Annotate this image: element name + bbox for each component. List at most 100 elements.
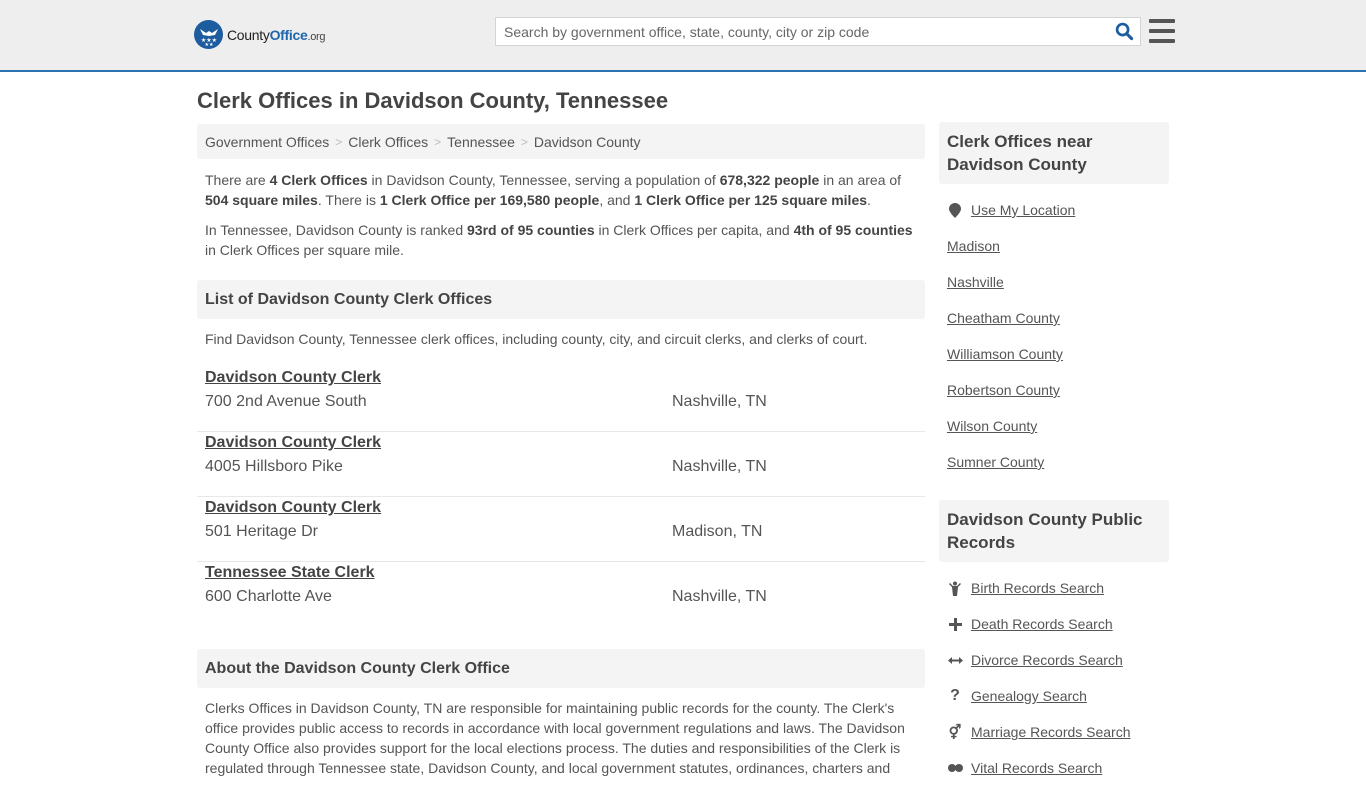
logo-text: CountyOffice.org (227, 26, 326, 43)
breadcrumb: Government Offices > Clerk Offices > Ten… (197, 124, 925, 159)
logo-text-tld: .org (307, 30, 326, 43)
nearby-item: Nashville (947, 264, 1161, 300)
records-item: ? Genealogy Search (947, 678, 1161, 714)
breadcrumb-tennessee[interactable]: Tennessee (447, 134, 515, 150)
use-my-location-item: Use My Location (947, 192, 1161, 228)
search-icon (1115, 22, 1133, 41)
breadcrumb-davidson-county[interactable]: Davidson County (534, 134, 641, 150)
area: 504 square miles (205, 192, 318, 208)
nearby-offices-heading: Clerk Offices near Davidson County (939, 122, 1169, 184)
nearby-link-wilson-county[interactable]: Wilson County (947, 418, 1037, 434)
birth-records-link[interactable]: Birth Records Search (971, 580, 1104, 596)
nearby-item: Cheatham County (947, 300, 1161, 336)
nearby-offices-list: Use My Location Madison Nashville Cheath… (939, 192, 1169, 480)
nearby-link-nashville[interactable]: Nashville (947, 274, 1004, 290)
records-item: Birth Records Search (947, 570, 1161, 606)
office-list-item: Davidson County Clerk 501 Heritage Dr Ma… (197, 497, 925, 562)
rank-per-capita: 93rd of 95 counties (467, 222, 595, 238)
summary-paragraph: There are 4 Clerk Offices in Davidson Co… (197, 170, 925, 210)
about-section-heading: About the Davidson County Clerk Office (197, 649, 925, 688)
hamburger-menu-button[interactable] (1149, 19, 1175, 43)
search-bar (495, 17, 1141, 46)
menu-bar (1149, 39, 1175, 43)
sidebar: Clerk Offices near Davidson County Use M… (939, 122, 1169, 786)
public-records-heading: Davidson County Public Records (939, 500, 1169, 562)
offices-per-capita: 1 Clerk Office per 169,580 people (379, 192, 600, 208)
cross-icon (947, 617, 963, 631)
records-item: Vital Records Search (947, 750, 1161, 786)
population: 678,322 people (719, 172, 820, 188)
office-name-link[interactable]: Davidson County Clerk (205, 434, 381, 452)
office-list: Davidson County Clerk 700 2nd Avenue Sou… (197, 367, 925, 627)
venus-mars-icon: ⚥ (948, 723, 962, 740)
nearby-link-cheatham-county[interactable]: Cheatham County (947, 310, 1060, 326)
svg-text:★★: ★★ (204, 42, 213, 46)
main-content: Government Offices > Clerk Offices > Ten… (197, 124, 925, 778)
summary-text: in an area of (819, 172, 902, 188)
office-list-item: Davidson County Clerk 700 2nd Avenue Sou… (197, 367, 925, 432)
about-section-text: Clerks Offices in Davidson County, TN ar… (205, 700, 905, 776)
child-icon (947, 581, 963, 596)
summary-text: , and (599, 192, 635, 208)
records-item: Divorce Records Search (947, 642, 1161, 678)
office-address: 700 2nd Avenue South (205, 393, 367, 410)
summary-text: There are (205, 172, 270, 188)
site-logo[interactable]: ★★★ ★★ CountyOffice.org (194, 20, 326, 49)
death-records-link[interactable]: Death Records Search (971, 616, 1113, 632)
genealogy-search-link[interactable]: Genealogy Search (971, 688, 1087, 704)
menu-bar (1149, 29, 1175, 33)
menu-bar (1149, 19, 1175, 23)
nearby-link-robertson-county[interactable]: Robertson County (947, 382, 1060, 398)
marriage-records-link[interactable]: Marriage Records Search (971, 724, 1131, 740)
use-my-location-link[interactable]: Use My Location (971, 202, 1075, 218)
office-address: 600 Charlotte Ave (205, 588, 332, 605)
office-name-link[interactable]: Tennessee State Clerk (205, 564, 375, 582)
summary-text: . (867, 192, 871, 208)
vital-icon (947, 763, 963, 773)
ranking-text: In Tennessee, Davidson County is ranked (205, 222, 468, 238)
office-city: Madison, TN (672, 523, 763, 540)
office-address: 501 Heritage Dr (205, 523, 318, 540)
breadcrumb-government-offices[interactable]: Government Offices (205, 134, 329, 150)
vital-records-link[interactable]: Vital Records Search (971, 760, 1102, 776)
list-section-heading: List of Davidson County Clerk Offices (197, 280, 925, 319)
breadcrumb-separator: > (520, 134, 528, 149)
nearby-item: Wilson County (947, 408, 1161, 444)
office-city: Nashville, TN (672, 393, 767, 410)
records-item: ⚥ Marriage Records Search (947, 714, 1161, 750)
office-name-link[interactable]: Davidson County Clerk (205, 369, 381, 387)
ranking-text: in Clerk Offices per square mile. (205, 242, 404, 258)
rank-per-area: 4th of 95 counties (793, 222, 913, 238)
nearby-link-madison[interactable]: Madison (947, 238, 1000, 254)
search-input[interactable] (496, 18, 1108, 45)
arrows-horizontal-icon (947, 656, 963, 665)
records-item: Death Records Search (947, 606, 1161, 642)
question-icon: ? (950, 687, 960, 704)
summary-text: in Davidson County, Tennessee, serving a… (367, 172, 720, 188)
public-records-list: Birth Records Search Death Records Searc… (939, 570, 1169, 786)
list-section-intro: Find Davidson County, Tennessee clerk of… (205, 331, 868, 347)
office-address: 4005 Hillsboro Pike (205, 458, 343, 475)
divorce-records-link[interactable]: Divorce Records Search (971, 652, 1123, 668)
site-header: ★★★ ★★ CountyOffice.org (0, 0, 1366, 72)
offices-per-area: 1 Clerk Office per 125 square miles (634, 192, 868, 208)
logo-text-office: Office (269, 26, 308, 43)
nearby-link-sumner-county[interactable]: Sumner County (947, 454, 1044, 470)
office-city: Nashville, TN (672, 458, 767, 475)
office-list-item: Tennessee State Clerk 600 Charlotte Ave … (197, 562, 925, 627)
breadcrumb-clerk-offices[interactable]: Clerk Offices (348, 134, 428, 150)
ranking-text: in Clerk Offices per capita, and (594, 222, 794, 238)
breadcrumb-separator: > (335, 134, 343, 149)
ranking-paragraph: In Tennessee, Davidson County is ranked … (197, 220, 925, 260)
map-marker-icon (947, 202, 963, 218)
summary-text: . There is (317, 192, 380, 208)
nearby-item: Robertson County (947, 372, 1161, 408)
logo-text-county: County (227, 26, 270, 43)
office-list-item: Davidson County Clerk 4005 Hillsboro Pik… (197, 432, 925, 497)
breadcrumb-separator: > (434, 134, 442, 149)
nearby-item: Williamson County (947, 336, 1161, 372)
office-name-link[interactable]: Davidson County Clerk (205, 499, 381, 517)
nearby-link-williamson-county[interactable]: Williamson County (947, 346, 1063, 362)
search-button[interactable] (1108, 18, 1140, 45)
office-count: 4 Clerk Offices (269, 172, 368, 188)
